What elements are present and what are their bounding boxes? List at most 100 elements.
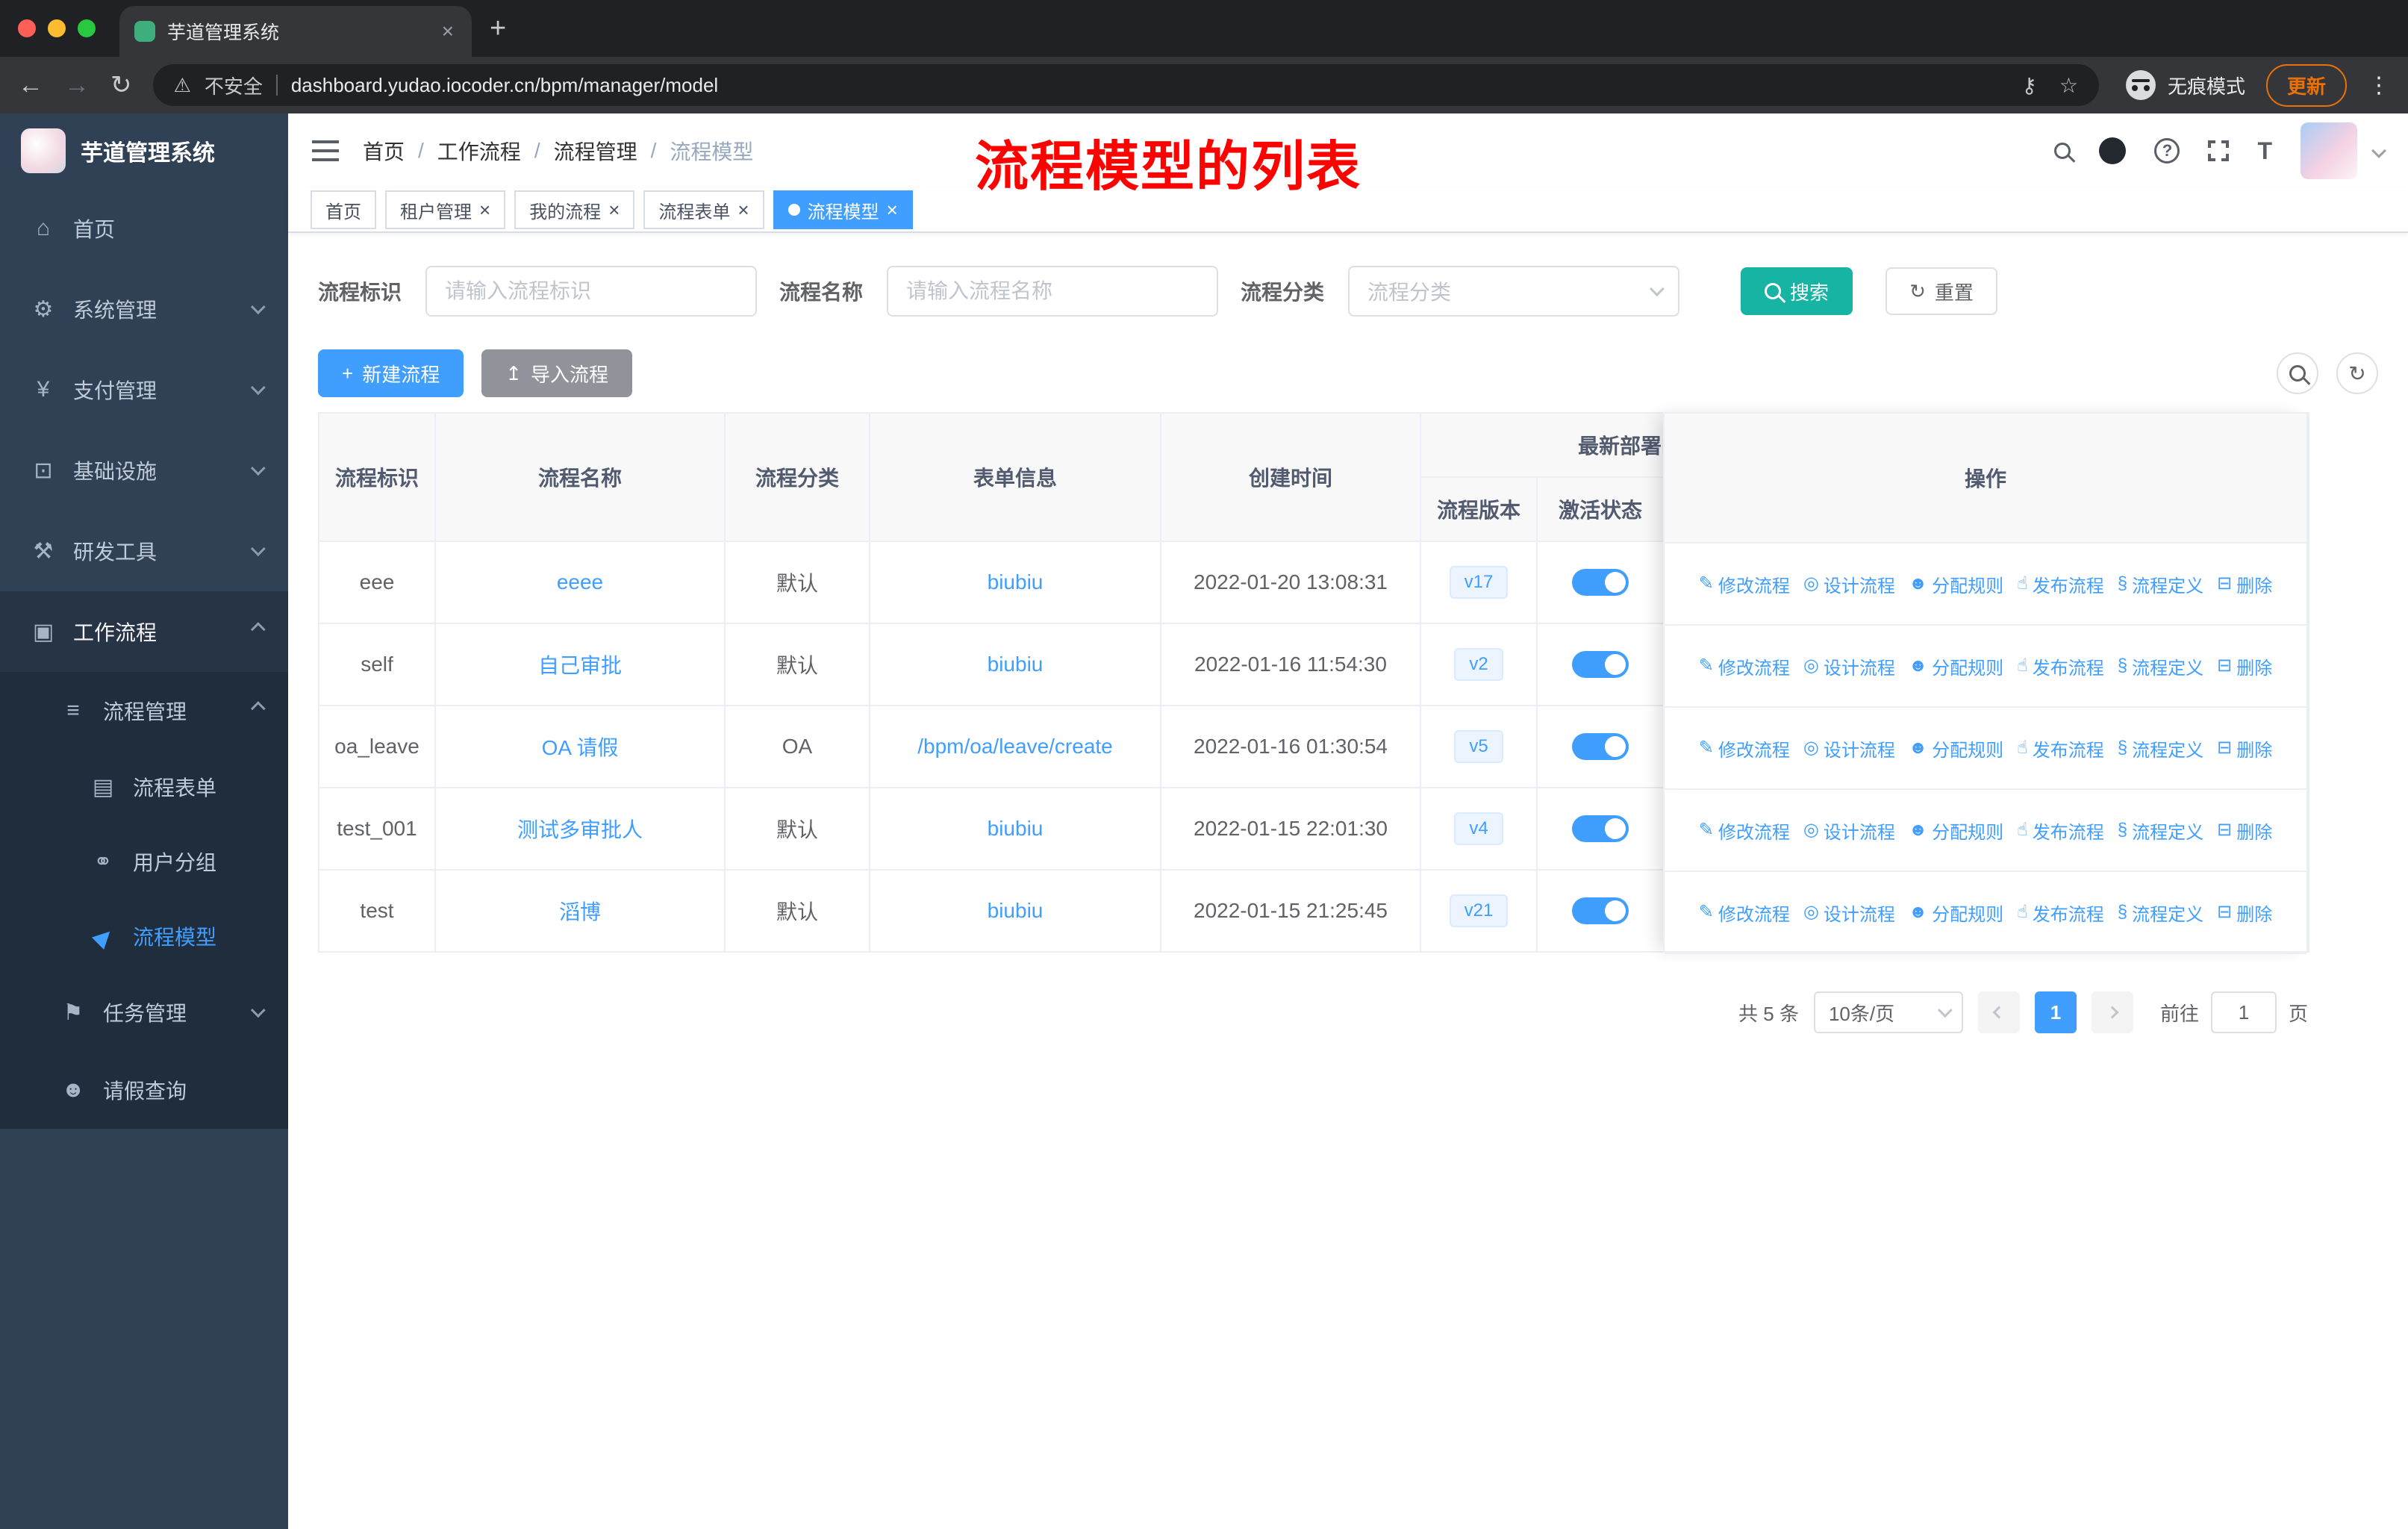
action-link-delete[interactable]: ⊟ 删除: [2217, 900, 2272, 926]
sidebar-item-流程管理[interactable]: ≡ 流程管理: [0, 672, 288, 750]
sidebar-item-用户分组[interactable]: ⚭ 用户分组: [0, 824, 288, 899]
sidebar-item-工作流程[interactable]: ▣ 工作流程: [0, 591, 288, 672]
process-name-link[interactable]: 自己审批: [538, 654, 622, 677]
page-size-select[interactable]: 10条/页: [1813, 991, 1963, 1033]
tag-首页[interactable]: 首页: [311, 190, 376, 229]
browser-update-button[interactable]: 更新: [2265, 63, 2347, 107]
action-link-assign[interactable]: ☻ 分配规则: [1909, 653, 2003, 679]
window-close-button[interactable]: [18, 19, 36, 37]
action-link-assign[interactable]: ☻ 分配规则: [1909, 571, 2003, 597]
action-link-assign[interactable]: ☻ 分配规则: [1909, 818, 2003, 844]
process-name-link[interactable]: eeee: [557, 570, 603, 594]
action-link-definition[interactable]: § 流程定义: [2118, 818, 2203, 844]
breadcrumb-item[interactable]: 首页: [363, 136, 405, 166]
reload-icon[interactable]: ↻: [110, 72, 132, 98]
action-link-definition[interactable]: § 流程定义: [2118, 571, 2203, 597]
address-bar[interactable]: ⚠ 不安全 dashboard.yudao.iocoder.cn/bpm/man…: [152, 64, 2099, 106]
action-link-publish[interactable]: ☝ 发布流程: [2017, 653, 2104, 679]
sidebar-logo[interactable]: 芋道管理系统: [0, 113, 288, 188]
create-process-button[interactable]: + 新建流程: [318, 349, 464, 397]
action-link-assign[interactable]: ☻ 分配规则: [1909, 900, 2003, 926]
tag-我的流程[interactable]: 我的流程 ×: [514, 190, 635, 229]
goto-page-input[interactable]: [2210, 991, 2277, 1033]
fullscreen-icon[interactable]: [2205, 137, 2233, 164]
sidebar-item-任务管理[interactable]: ⚑ 任务管理: [0, 974, 288, 1051]
action-link-definition[interactable]: § 流程定义: [2118, 900, 2203, 926]
user-avatar[interactable]: [2301, 122, 2357, 179]
search-button[interactable]: 搜索: [1741, 267, 1853, 315]
action-link-definition[interactable]: § 流程定义: [2118, 735, 2203, 762]
tag-close-icon[interactable]: ×: [479, 200, 490, 219]
reset-button[interactable]: ↻ 重置: [1885, 267, 1997, 315]
refresh-table-button[interactable]: ↻: [2336, 352, 2378, 394]
font-size-icon[interactable]: T: [2257, 137, 2272, 165]
action-link-design[interactable]: ◎ 设计流程: [1803, 571, 1895, 597]
back-icon[interactable]: ←: [18, 72, 43, 98]
process-name-link[interactable]: 滔博: [559, 900, 601, 924]
active-status-toggle[interactable]: [1572, 733, 1629, 760]
action-link-publish[interactable]: ☝ 发布流程: [2017, 900, 2104, 926]
window-minimize-button[interactable]: [48, 19, 66, 37]
form-info-link[interactable]: biubiu: [988, 817, 1044, 840]
action-link-delete[interactable]: ⊟ 删除: [2217, 818, 2272, 844]
breadcrumb-item[interactable]: 工作流程: [437, 136, 521, 166]
sidebar-item-流程表单[interactable]: ▤ 流程表单: [0, 750, 288, 824]
action-link-design[interactable]: ◎ 设计流程: [1803, 735, 1895, 762]
form-info-link[interactable]: /bpm/oa/leave/create: [917, 735, 1113, 758]
next-page-button[interactable]: [2091, 991, 2133, 1033]
action-link-edit[interactable]: ✎ 修改流程: [1699, 571, 1790, 597]
sidebar-item-支付管理[interactable]: ¥ 支付管理: [0, 349, 288, 430]
window-zoom-button[interactable]: [78, 19, 96, 37]
active-status-toggle[interactable]: [1572, 569, 1629, 596]
tag-租户管理[interactable]: 租户管理 ×: [385, 190, 506, 229]
active-status-toggle[interactable]: [1572, 897, 1629, 924]
version-tag[interactable]: v17: [1449, 566, 1509, 599]
action-link-edit[interactable]: ✎ 修改流程: [1699, 735, 1790, 762]
action-link-definition[interactable]: § 流程定义: [2118, 653, 2203, 679]
help-icon[interactable]: ?: [2154, 138, 2180, 164]
active-status-toggle[interactable]: [1572, 651, 1629, 678]
breadcrumb-item[interactable]: 流程管理: [554, 136, 637, 166]
sidebar-item-首页[interactable]: ⌂ 首页: [0, 188, 288, 269]
action-link-design[interactable]: ◎ 设计流程: [1803, 653, 1895, 679]
prev-page-button[interactable]: [1977, 991, 2020, 1033]
sidebar-item-系统管理[interactable]: ⚙ 系统管理: [0, 269, 288, 349]
browser-menu-icon[interactable]: ⋮: [2368, 72, 2390, 99]
search-icon[interactable]: [2054, 143, 2071, 159]
action-link-design[interactable]: ◎ 设计流程: [1803, 818, 1895, 844]
import-process-button[interactable]: ↥ 导入流程: [481, 349, 633, 397]
action-link-publish[interactable]: ☝ 发布流程: [2017, 571, 2104, 597]
action-link-edit[interactable]: ✎ 修改流程: [1699, 653, 1790, 679]
tag-close-icon[interactable]: ×: [737, 200, 749, 219]
bookmark-star-icon[interactable]: ☆: [2059, 73, 2078, 98]
tag-close-icon[interactable]: ×: [887, 200, 898, 219]
action-link-edit[interactable]: ✎ 修改流程: [1699, 818, 1790, 844]
process-category-select[interactable]: 流程分类: [1348, 266, 1680, 317]
action-link-edit[interactable]: ✎ 修改流程: [1699, 900, 1790, 926]
toggle-search-button[interactable]: [2277, 352, 2318, 394]
process-name-link[interactable]: OA 请假: [542, 736, 619, 759]
sidebar-item-流程模型[interactable]: ▶ 流程模型: [0, 899, 288, 974]
process-name-link[interactable]: 测试多审批人: [517, 818, 643, 841]
github-icon[interactable]: [2099, 137, 2127, 164]
version-tag[interactable]: v21: [1449, 894, 1509, 927]
action-link-publish[interactable]: ☝ 发布流程: [2017, 735, 2104, 762]
forward-icon[interactable]: →: [64, 72, 90, 98]
version-tag[interactable]: v4: [1454, 812, 1503, 845]
sidebar-item-请假查询[interactable]: ☻ 请假查询: [0, 1051, 288, 1129]
browser-tab[interactable]: 芋道管理系统 ×: [119, 6, 472, 57]
sidebar-collapse-icon[interactable]: [312, 140, 339, 161]
form-info-link[interactable]: biubiu: [988, 570, 1044, 594]
tab-close-icon[interactable]: ×: [439, 19, 457, 43]
version-tag[interactable]: v5: [1454, 730, 1503, 763]
form-info-link[interactable]: biubiu: [988, 899, 1044, 922]
new-tab-button[interactable]: +: [490, 13, 506, 45]
version-tag[interactable]: v2: [1454, 648, 1503, 681]
tag-close-icon[interactable]: ×: [608, 200, 620, 219]
tag-流程模型[interactable]: 流程模型 ×: [773, 190, 913, 229]
current-page-button[interactable]: 1: [2034, 991, 2077, 1033]
action-link-delete[interactable]: ⊟ 删除: [2217, 653, 2272, 679]
process-name-input[interactable]: [887, 266, 1219, 317]
process-id-input[interactable]: [425, 266, 758, 317]
tag-流程表单[interactable]: 流程表单 ×: [643, 190, 764, 229]
